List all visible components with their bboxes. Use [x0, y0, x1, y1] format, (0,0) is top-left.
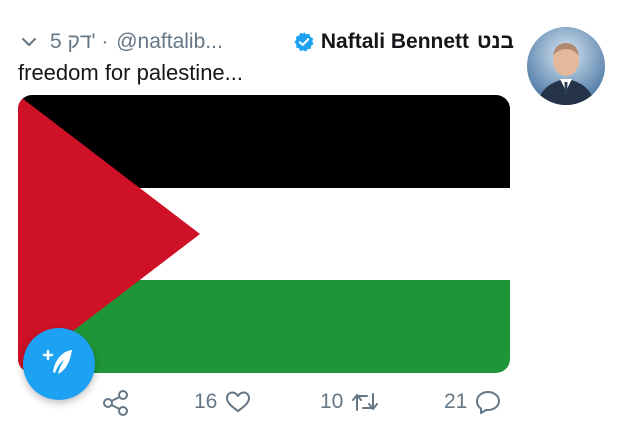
tweet-text: freedom for palestine... [18, 60, 244, 85]
like-count: 16 [194, 390, 218, 413]
author-name-hebrew: בנט [477, 30, 514, 53]
retweet-count: 10 [320, 390, 344, 413]
chevron-down-icon[interactable] [18, 31, 40, 53]
share-button[interactable] [102, 390, 130, 416]
reply-icon [475, 390, 501, 414]
share-icon [102, 390, 130, 416]
like-icon [225, 390, 251, 414]
author-name-block[interactable]: Naftali Bennett בנט [293, 30, 514, 54]
retweet-button[interactable]: 10 [320, 390, 379, 414]
tweet-actions: 21 10 16 [0, 378, 627, 428]
tweet-time[interactable]: 5 דק' [50, 30, 96, 54]
tweet-header: 5 דק' · @naftalib... Naftali Bennett בנט [18, 28, 514, 56]
author-avatar[interactable] [527, 27, 605, 105]
compose-tweet-icon [39, 342, 79, 387]
author-name: Naftali Bennett [320, 30, 470, 53]
tweet-image[interactable] [18, 95, 510, 373]
meta-separator: · [95, 30, 115, 53]
retweet-icon [351, 390, 379, 414]
author-handle[interactable]: @naftalib... [116, 30, 223, 54]
like-button[interactable]: 16 [194, 390, 251, 414]
tweet-meta: 5 דק' · @naftalib... [18, 30, 223, 54]
palestinian-flag-image [18, 95, 510, 373]
reply-count: 21 [444, 390, 468, 413]
verified-badge-icon [293, 31, 315, 53]
reply-button[interactable]: 21 [444, 390, 501, 414]
tweet-card[interactable]: 5 דק' · @naftalib... Naftali Bennett בנט… [0, 0, 627, 432]
compose-tweet-button[interactable] [23, 328, 95, 400]
